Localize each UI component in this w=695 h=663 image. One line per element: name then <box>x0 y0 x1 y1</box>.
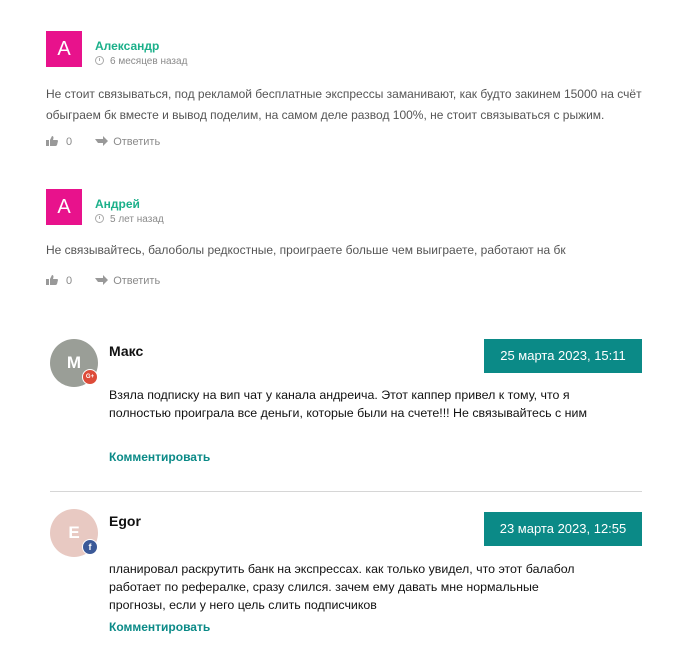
clock-icon <box>95 214 104 223</box>
reply-button[interactable]: Ответить <box>75 275 160 287</box>
like-count: 0 <box>66 136 73 148</box>
comment-text: Не связывайтесь, балоболы редкостные, пр… <box>46 243 566 257</box>
comment-date: 23 марта 2023, 12:55 <box>484 512 642 546</box>
clock-icon <box>95 56 104 65</box>
like-button[interactable]: 0 <box>46 275 75 287</box>
comment-actions: 0 Ответить <box>46 275 160 287</box>
facebook-icon: f <box>82 539 98 555</box>
comment-button[interactable]: Комментировать <box>109 620 210 634</box>
comment-button[interactable]: Комментировать <box>109 450 210 464</box>
comment-author[interactable]: Андрей <box>95 197 140 211</box>
reply-button[interactable]: Ответить <box>75 136 160 148</box>
thumbs-up-icon <box>46 275 58 285</box>
comment-time: 6 месяцев назад <box>95 56 187 67</box>
comment-author: Макс <box>109 343 144 359</box>
like-button[interactable]: 0 <box>46 136 75 148</box>
comment-author[interactable]: Александр <box>95 39 159 53</box>
comment-date: 25 марта 2023, 15:11 <box>484 339 642 373</box>
comment-text: Взяла подписку на вип чат у канала андре… <box>109 388 587 420</box>
avatar: A <box>46 31 82 67</box>
comment-author: Egor <box>109 513 141 529</box>
thumbs-up-icon <box>46 136 58 146</box>
comment-text: Не стоит связываться, под рекламой беспл… <box>46 87 642 122</box>
google-plus-icon: G+ <box>82 369 98 385</box>
reply-arrow-icon <box>95 136 109 146</box>
avatar: A <box>46 189 82 225</box>
like-count: 0 <box>66 275 73 287</box>
reply-arrow-icon <box>95 275 109 285</box>
divider <box>50 491 642 492</box>
comment-actions: 0 Ответить <box>46 136 160 148</box>
comment-time: 5 лет назад <box>95 214 164 225</box>
comment-text: планировал раскрутить банк на экспрессах… <box>109 562 575 612</box>
